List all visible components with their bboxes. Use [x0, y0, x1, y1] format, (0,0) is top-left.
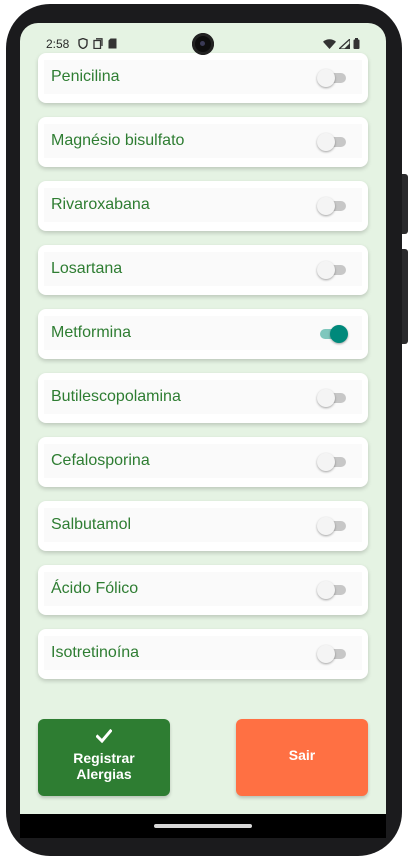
allergy-toggle[interactable] [317, 453, 346, 471]
medication-label: Butilescopolamina [51, 388, 181, 405]
allergy-toggle[interactable] [317, 517, 346, 535]
list-item-cefalosporina: Cefalosporina [38, 437, 368, 487]
toggle-thumb [317, 197, 335, 215]
medication-label: Cefalosporina [51, 452, 150, 469]
toggle-thumb [330, 325, 348, 343]
allergy-toggle[interactable] [317, 581, 346, 599]
medication-label: Rivaroxabana [51, 196, 150, 213]
toggle-thumb [317, 453, 335, 471]
wifi-icon [323, 38, 336, 49]
allergy-toggle[interactable] [317, 645, 346, 663]
list-item-magnesio-bisulfato: Magnésio bisulfato [38, 117, 368, 167]
home-indicator[interactable] [154, 824, 252, 828]
exit-button[interactable]: Sair [236, 719, 368, 796]
allergy-toggle[interactable] [318, 325, 348, 343]
volume-button [402, 249, 408, 344]
toggle-thumb [317, 517, 335, 535]
list-item-metformina: Metformina [38, 309, 368, 359]
status-left-icons [78, 38, 117, 49]
toggle-thumb [317, 389, 335, 407]
toggle-thumb [317, 645, 335, 663]
medication-label: Ácido Fólico [51, 580, 139, 597]
allergy-toggle[interactable] [317, 133, 346, 151]
allergy-toggle[interactable] [317, 197, 346, 215]
list-item-isotretinoina: Isotretinoína [38, 629, 368, 679]
medication-label: Losartana [51, 260, 123, 277]
medication-label: Salbutamol [51, 516, 132, 533]
sd-card-icon [108, 38, 117, 49]
toggle-thumb [317, 133, 335, 151]
register-button-label: Registrar Alergias [73, 750, 135, 782]
allergy-toggle[interactable] [317, 69, 346, 87]
power-button [402, 174, 408, 234]
battery-icon [353, 38, 360, 49]
phone-device: 2:58 Penicilina Magnésio bisulfato Rivar… [0, 0, 409, 864]
status-right-icons [323, 38, 360, 49]
medication-label: Metformina [51, 324, 132, 341]
shield-icon [78, 38, 88, 49]
medication-label: Penicilina [51, 68, 120, 85]
screenshot-icon [93, 38, 103, 49]
allergy-toggle[interactable] [317, 389, 346, 407]
list-item-rivaroxabana: Rivaroxabana [38, 181, 368, 231]
toggle-thumb [317, 581, 335, 599]
signal-icon [339, 38, 350, 49]
register-allergies-button[interactable]: Registrar Alergias [38, 719, 170, 796]
app-screen: 2:58 Penicilina Magnésio bisulfato Rivar… [20, 23, 386, 838]
status-time: 2:58 [46, 37, 70, 51]
check-icon [96, 729, 112, 743]
exit-button-label: Sair [288, 747, 316, 763]
medication-label: Magnésio bisulfato [51, 132, 185, 149]
medication-label: Isotretinoína [51, 644, 140, 661]
toggle-thumb [317, 69, 335, 87]
status-bar: 2:58 [20, 23, 386, 67]
front-camera [192, 33, 214, 55]
allergy-toggle[interactable] [317, 261, 346, 279]
navigation-bar [20, 814, 386, 838]
list-item-acido-folico: Ácido Fólico [38, 565, 368, 615]
list-item-salbutamol: Salbutamol [38, 501, 368, 551]
toggle-thumb [317, 261, 335, 279]
list-item-losartana: Losartana [38, 245, 368, 295]
list-item-butilescopolamina: Butilescopolamina [38, 373, 368, 423]
